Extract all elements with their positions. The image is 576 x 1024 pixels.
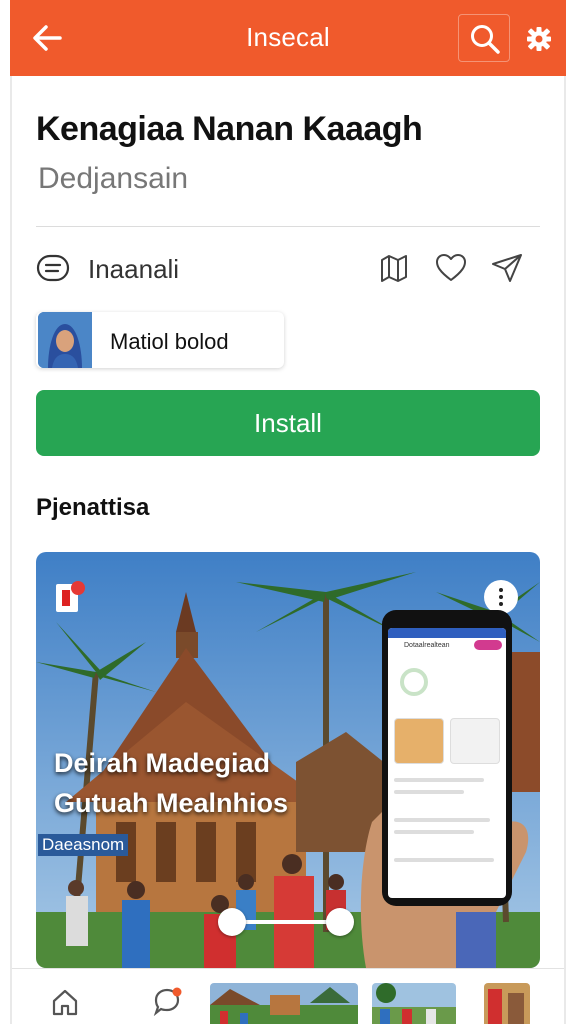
divider [36, 226, 540, 227]
carousel-slider-knob-left[interactable] [218, 908, 246, 936]
phone-text-row [394, 858, 494, 862]
carousel-slider-knob-right[interactable] [326, 908, 354, 936]
feature-banner[interactable]: Deirah Madegiad Gutuah Mealnhios Daeasno… [36, 552, 540, 968]
frame-border-right [564, 76, 566, 1024]
gear-icon[interactable] [520, 20, 558, 58]
phone-profile-card-1 [394, 718, 444, 764]
frame-border-left [10, 76, 12, 1024]
phone-progress-ring [400, 668, 428, 696]
phone-text-row [394, 830, 474, 834]
developer-card[interactable]: Matiol bolod [36, 312, 284, 368]
more-options-button[interactable] [484, 580, 518, 614]
section-title: Pjenattisa [36, 494, 150, 521]
app-subtitle: Dedjansain [38, 162, 189, 195]
phone-text-row [394, 790, 464, 794]
top-app-bar: Insecal [10, 0, 566, 76]
phone-status-bar [388, 628, 506, 638]
phone-pill-button [474, 640, 502, 650]
banner-sign-text: Daeasnom [38, 834, 129, 856]
chat-bubble-icon [36, 254, 70, 284]
install-button[interactable]: Install [36, 390, 540, 456]
thumbnail-3[interactable] [484, 983, 530, 1024]
thumbnail-1[interactable] [210, 983, 358, 1024]
search-icon [471, 25, 500, 54]
search-button[interactable] [458, 14, 510, 62]
phone-screen: Dotaalrealtean [388, 628, 506, 898]
banner-headline-line2: Gutuah Mealnhios [54, 788, 289, 818]
carousel-slider-track[interactable] [230, 920, 340, 924]
thumbnail-2[interactable] [372, 983, 456, 1024]
phone-app-header: Dotaalrealtean [404, 642, 450, 649]
phone-text-row [394, 818, 490, 822]
home-icon[interactable] [50, 987, 80, 1022]
send-icon[interactable] [490, 252, 524, 289]
phone-mockup: Dotaalrealtean [382, 610, 512, 906]
avatar [38, 312, 92, 368]
chat-notification-icon[interactable] [152, 987, 182, 1022]
bottom-navigation [12, 968, 564, 1024]
heart-icon[interactable] [434, 252, 468, 289]
phone-profile-card-2 [450, 718, 500, 764]
map-icon[interactable] [378, 252, 410, 289]
bookmark-icon[interactable] [54, 580, 90, 621]
app-title: Kenagiaa Nanan Kaaagh [36, 110, 423, 148]
developer-name: Matiol bolod [110, 329, 229, 354]
phone-text-row [394, 778, 484, 782]
banner-headline-line1: Deirah Madegiad [54, 748, 271, 778]
app-category[interactable]: Inaanali [88, 254, 179, 285]
